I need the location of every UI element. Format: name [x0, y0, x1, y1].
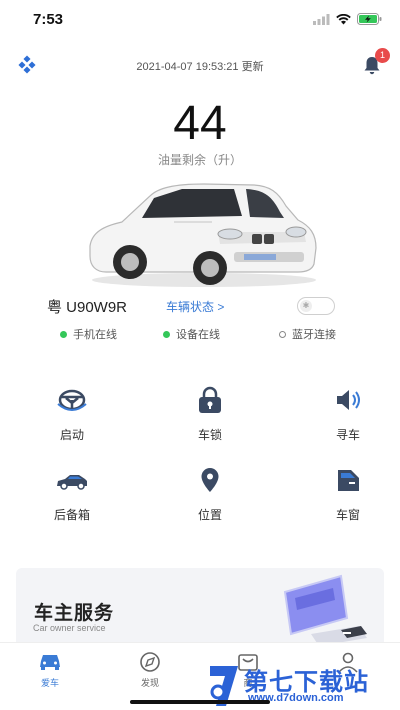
status-time: 7:53 — [33, 11, 64, 28]
compass-icon — [140, 652, 160, 672]
bluetooth-toggle[interactable]: ✱ — [297, 297, 335, 315]
grid-label: 寻车 — [335, 428, 360, 442]
status-label: 设备在线 — [176, 329, 220, 341]
home-indicator — [130, 700, 270, 704]
vehicle-row: 粤 U90W9R 车辆状态 > ✱ — [0, 296, 400, 318]
status-dot — [279, 330, 286, 338]
trunk-button[interactable]: 后备箱 — [22, 466, 122, 523]
service-subtitle: Car owner service — [33, 623, 106, 633]
lock-icon — [199, 386, 221, 413]
bluetooth-connection-status: 蓝牙连接 — [279, 326, 336, 342]
tab-label: 爱车 — [40, 678, 59, 688]
update-timestamp: 2021-04-07 19:53:21 更新 — [136, 61, 264, 73]
tab-label: 发现 — [140, 678, 159, 688]
car-window-button[interactable]: 车窗 — [298, 466, 398, 523]
grid-label: 位置 — [197, 508, 222, 522]
monitor-illustration — [283, 574, 367, 646]
phone-online-status: 手机在线 — [60, 326, 117, 342]
tab-discover[interactable]: 发现 — [120, 651, 180, 689]
location-pin-icon — [201, 468, 219, 492]
car-icon — [40, 655, 60, 670]
status-bar: 7:53 — [0, 0, 400, 40]
top-bar: 2021-04-07 19:53:21 更新 1 — [0, 48, 400, 80]
grid-label: 车窗 — [335, 508, 360, 522]
status-dot — [163, 330, 170, 338]
wifi-icon — [336, 13, 351, 24]
fuel-label: 油量剩余（升） — [157, 153, 242, 167]
fuel-value: 44 — [173, 97, 227, 150]
cellular-signal-icon — [313, 13, 330, 25]
start-engine-button[interactable]: 启动 — [22, 386, 122, 443]
find-car-button[interactable]: 寻车 — [298, 386, 398, 443]
device-online-status: 设备在线 — [163, 326, 220, 342]
status-label: 手机在线 — [73, 329, 117, 341]
steering-wheel-icon — [57, 389, 87, 411]
status-icons — [313, 13, 382, 25]
car-image — [89, 183, 317, 287]
grid-label: 启动 — [59, 428, 84, 442]
service-title: 车主服务 — [34, 603, 115, 624]
connection-status-row: 手机在线 设备在线 蓝牙连接 — [0, 326, 400, 342]
notification-badge: 1 — [375, 48, 390, 63]
grid-label: 车锁 — [197, 428, 222, 442]
license-plate: 粤 U90W9R — [47, 299, 128, 316]
grid-label: 后备箱 — [53, 508, 90, 522]
tab-my-car[interactable]: 爱车 — [20, 651, 80, 689]
location-button[interactable]: 位置 — [160, 466, 260, 523]
car-side-icon — [57, 475, 87, 490]
vehicle-status-link[interactable]: 车辆状态 > — [166, 298, 224, 315]
battery-charging-icon — [357, 13, 382, 25]
car-window-icon — [338, 470, 359, 491]
speaker-icon — [337, 390, 360, 410]
status-dot — [60, 330, 67, 338]
car-lock-button[interactable]: 车锁 — [160, 386, 260, 443]
bluetooth-icon: ✱ — [300, 300, 312, 312]
status-label: 蓝牙连接 — [292, 329, 336, 341]
